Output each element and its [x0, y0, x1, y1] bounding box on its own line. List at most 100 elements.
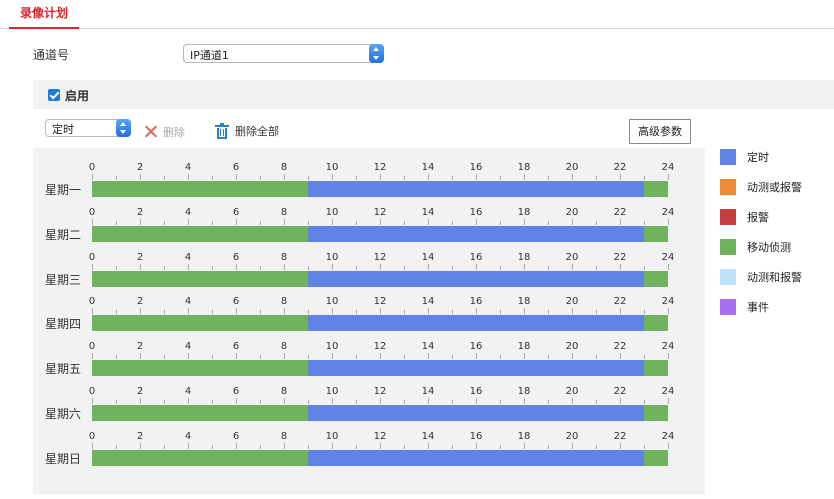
channel-row: 通道号 IP通道1	[33, 44, 433, 64]
legend-item[interactable]: 移动侦测	[720, 238, 834, 256]
channel-select[interactable]: IP通道1	[183, 44, 384, 63]
hour-tick	[284, 398, 285, 404]
schedule-segment[interactable]	[92, 405, 308, 421]
schedule-row[interactable]: 星期三 0 2 4 6 8 10 12 14 16 18 20 22 24	[33, 251, 705, 295]
hour-label: 16	[469, 296, 483, 308]
hour-label: 2	[136, 206, 144, 218]
schedule-segment[interactable]	[308, 270, 644, 287]
hour-tick	[116, 310, 117, 315]
schedule-segment[interactable]	[92, 225, 308, 242]
schedule-segment[interactable]	[92, 181, 308, 197]
schedule-segment[interactable]	[308, 225, 644, 242]
schedule-segment[interactable]	[308, 315, 644, 332]
hour-tick	[404, 400, 405, 404]
hour-label: 0	[88, 162, 96, 173]
hour-tick	[668, 398, 669, 404]
schedule-segment[interactable]	[92, 315, 308, 332]
hour-label: 22	[613, 296, 627, 308]
hour-label: 6	[232, 162, 240, 173]
hour-tick	[92, 263, 93, 270]
timeline-bar[interactable]	[92, 225, 668, 242]
timeline-bar[interactable]	[92, 405, 668, 421]
hour-tick	[644, 355, 645, 360]
schedule-segment[interactable]	[644, 225, 668, 242]
schedule-segment[interactable]	[644, 449, 668, 466]
hour-tick	[308, 310, 309, 315]
legend-swatch	[720, 149, 736, 165]
schedule-segment[interactable]	[644, 315, 668, 332]
hour-tick	[572, 218, 573, 225]
timeline-bar[interactable]	[92, 181, 668, 197]
hour-tick	[380, 308, 381, 315]
hour-label: 10	[325, 386, 339, 397]
schedule-segment[interactable]	[308, 181, 644, 197]
legend-item[interactable]: 动测和报警	[720, 268, 834, 286]
hour-label: 18	[517, 296, 531, 308]
hour-tick	[380, 398, 381, 404]
schedule-segment[interactable]	[644, 405, 668, 421]
hour-tick	[428, 442, 429, 449]
hour-tick	[164, 444, 165, 449]
schedule-segment[interactable]	[308, 360, 644, 377]
schedule-segment[interactable]	[644, 181, 668, 197]
hour-tick	[452, 310, 453, 315]
legend-item[interactable]: 动测或报警	[720, 178, 834, 196]
hour-tick	[668, 308, 669, 315]
schedule-segment[interactable]	[92, 449, 308, 466]
hour-label: 12	[373, 296, 387, 308]
advanced-params-button[interactable]: 高级参数	[629, 119, 691, 144]
schedule-segment[interactable]	[308, 449, 644, 466]
day-label: 星期一	[45, 183, 82, 197]
day-label: 星期二	[45, 227, 82, 242]
schedule-row[interactable]: 星期六 0 2 4 6 8 10 12 14 16 18 20 22 24	[33, 385, 705, 429]
legend-item[interactable]: 事件	[720, 298, 834, 316]
schedule-segment[interactable]	[308, 405, 644, 421]
hour-tick	[212, 310, 213, 315]
tab-record-schedule[interactable]: 录像计划	[9, 0, 79, 29]
hour-label: 22	[613, 206, 627, 218]
schedule-segment[interactable]	[92, 270, 308, 287]
enable-checkbox[interactable]	[48, 89, 60, 101]
hour-tick	[92, 174, 93, 180]
schedule-row[interactable]: 星期日 0 2 4 6 8 10 12 14 16 18 20 22 24	[33, 430, 705, 474]
hour-label: 24	[661, 162, 675, 173]
hour-tick	[500, 400, 501, 404]
schedule-row[interactable]: 星期一 0 2 4 6 8 10 12 14 16 18 20 22 24	[33, 161, 705, 205]
timeline-bar[interactable]	[92, 449, 668, 466]
legend-item[interactable]: 报警	[720, 208, 834, 226]
hour-label: 0	[88, 251, 96, 263]
hour-tick	[332, 308, 333, 315]
schedule-segment[interactable]	[92, 360, 308, 377]
mode-select-value: 定时	[52, 123, 74, 136]
hour-tick	[476, 308, 477, 315]
hour-tick	[332, 174, 333, 180]
hour-label: 4	[184, 251, 192, 263]
hour-label: 12	[373, 341, 387, 353]
hour-label: 14	[421, 251, 435, 263]
timeline-bar[interactable]	[92, 315, 668, 332]
hour-label: 10	[325, 430, 339, 442]
hour-tick	[92, 308, 93, 315]
schedule-segment[interactable]	[644, 360, 668, 377]
legend-swatch	[720, 269, 736, 285]
hour-label: 12	[373, 251, 387, 263]
hour-label: 18	[517, 251, 531, 263]
legend-label: 移动侦测	[747, 241, 791, 254]
hour-tick	[572, 263, 573, 270]
timeline-bar[interactable]	[92, 360, 668, 377]
hour-label: 8	[280, 386, 288, 397]
schedule-row[interactable]: 星期四 0 2 4 6 8 10 12 14 16 18 20 22 24	[33, 295, 705, 339]
schedule-segment[interactable]	[644, 270, 668, 287]
hour-tick	[500, 220, 501, 225]
schedule-row[interactable]: 星期二 0 2 4 6 8 10 12 14 16 18 20 22 24	[33, 206, 705, 250]
mode-select[interactable]: 定时	[45, 119, 131, 137]
timeline-bar[interactable]	[92, 270, 668, 287]
hour-label: 20	[565, 386, 579, 397]
hour-label: 4	[184, 430, 192, 442]
hour-tick	[428, 308, 429, 315]
legend-item[interactable]: 定时	[720, 148, 834, 166]
hour-tick	[356, 265, 357, 270]
schedule-row[interactable]: 星期五 0 2 4 6 8 10 12 14 16 18 20 22 24	[33, 340, 705, 384]
hour-label: 12	[373, 386, 387, 397]
hour-tick	[644, 400, 645, 404]
